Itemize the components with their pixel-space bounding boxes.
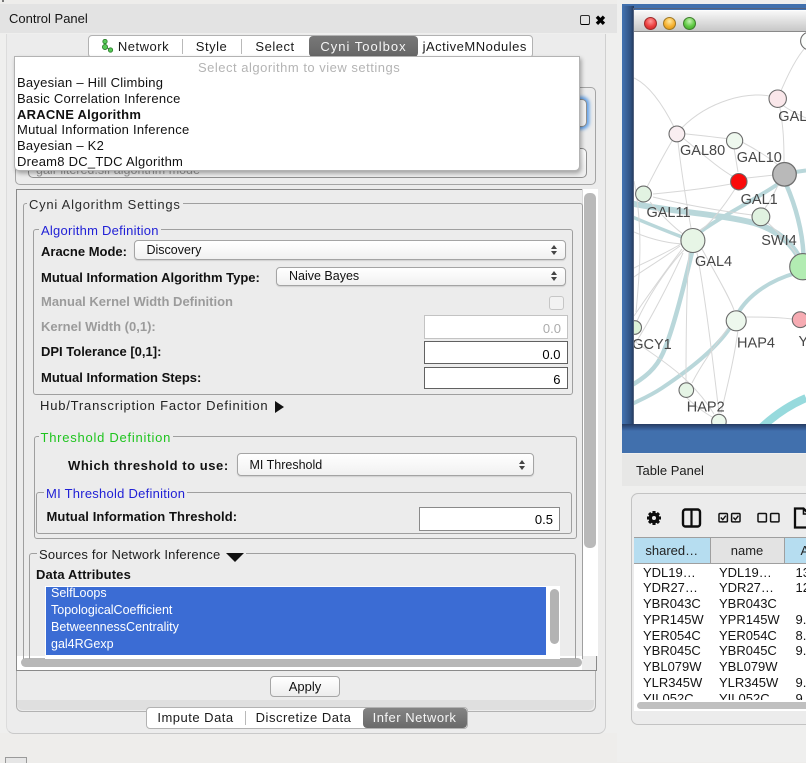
svg-text:GAL1: GAL1 (741, 192, 778, 208)
svg-text:YJ: YJ (799, 334, 806, 350)
svg-text:GAL11: GAL11 (646, 205, 690, 221)
svg-text:HAP2: HAP2 (687, 399, 725, 415)
svg-text:GAL2: GAL2 (778, 109, 806, 125)
svg-text:GAL4: GAL4 (695, 254, 732, 270)
svg-text:GCY1: GCY1 (634, 337, 672, 353)
svg-text:GAL10: GAL10 (737, 150, 782, 166)
svg-text:SWI4: SWI4 (761, 233, 796, 249)
svg-text:GAL80: GAL80 (680, 143, 725, 159)
svg-text:HAP4: HAP4 (737, 335, 775, 351)
